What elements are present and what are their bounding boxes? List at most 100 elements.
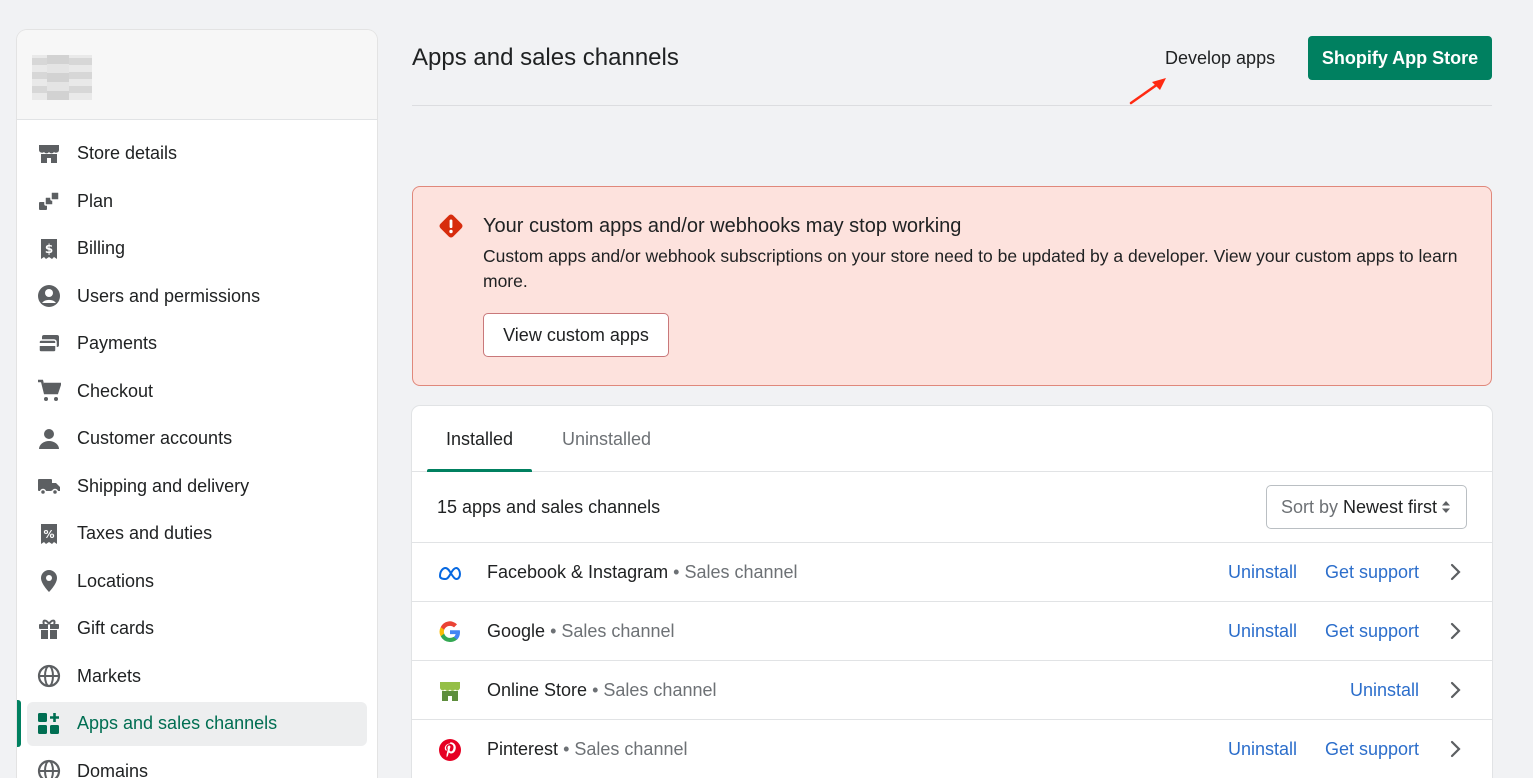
- sidebar-item-plan[interactable]: Plan: [17, 178, 377, 226]
- page-title: Apps and sales channels: [412, 44, 679, 71]
- sidebar-item-label: Shipping and delivery: [77, 475, 250, 496]
- sidebar-item-users[interactable]: Users and permissions: [17, 273, 377, 321]
- app-row-facebook-instagram[interactable]: Facebook & Instagram • Sales channel Uni…: [412, 543, 1492, 602]
- store-icon: [37, 142, 61, 166]
- annotation-arrow-icon: [1129, 78, 1166, 105]
- banner-body: Custom apps and/or webhook subscriptions…: [483, 246, 1458, 291]
- list-header: 15 apps and sales channels Sort by Newes…: [412, 472, 1492, 543]
- sidebar-item-locations[interactable]: Locations: [17, 558, 377, 606]
- sidebar-item-label: Users and permissions: [77, 285, 261, 306]
- app-type: Sales channel: [603, 680, 717, 700]
- separator: •: [563, 739, 570, 759]
- sidebar-item-label: Domains: [77, 760, 149, 778]
- get-support-link[interactable]: Get support: [1325, 739, 1419, 760]
- apps-icon: [37, 712, 61, 736]
- uninstall-link[interactable]: Uninstall: [1228, 621, 1297, 642]
- alert-diamond-icon: [439, 214, 463, 238]
- get-support-link[interactable]: Get support: [1325, 562, 1419, 583]
- user-circle-icon: [37, 284, 61, 308]
- app-row-online-store[interactable]: Online Store • Sales channel Uninstall: [412, 661, 1492, 720]
- get-support-link[interactable]: Get support: [1325, 621, 1419, 642]
- tabs-bar: Installed Uninstalled: [412, 406, 1492, 472]
- separator: •: [673, 562, 680, 582]
- banner-title: Your custom apps and/or webhooks may sto…: [483, 215, 962, 237]
- sidebar-item-label: Payments: [77, 333, 158, 354]
- domains-globe-icon: [37, 759, 61, 778]
- settings-sidebar: Store details Plan $ Billing Users and p…: [17, 30, 377, 778]
- sidebar-item-payments[interactable]: Payments: [17, 320, 377, 368]
- sort-value: Newest first: [1343, 496, 1438, 517]
- chevron-right-icon: [1450, 740, 1461, 758]
- sidebar-item-label: Plan: [77, 190, 114, 211]
- sidebar-item-label: Markets: [77, 665, 142, 686]
- uninstall-link[interactable]: Uninstall: [1228, 739, 1297, 760]
- sidebar-item-label: Store details: [77, 143, 178, 164]
- billing-icon: $: [37, 237, 61, 261]
- app-name-line: Google • Sales channel: [487, 621, 674, 642]
- chevron-right-icon: [1450, 563, 1461, 581]
- app-row-google[interactable]: Google • Sales channel Uninstall Get sup…: [412, 602, 1492, 661]
- person-icon: [37, 427, 61, 451]
- sidebar-item-taxes[interactable]: % Taxes and duties: [17, 510, 377, 558]
- sidebar-item-billing[interactable]: $ Billing: [17, 225, 377, 273]
- tab-installed[interactable]: Installed: [427, 406, 532, 472]
- app-name: Google: [487, 621, 546, 641]
- chevron-right-icon: [1450, 622, 1461, 640]
- app-type: Sales channel: [561, 621, 675, 641]
- store-header: [17, 30, 377, 120]
- sidebar-item-label: Checkout: [77, 380, 154, 401]
- tab-uninstalled[interactable]: Uninstalled: [562, 406, 651, 472]
- sidebar-item-domains[interactable]: Domains: [17, 748, 377, 778]
- sidebar-item-apps-and-sales-channels[interactable]: Apps and sales channels: [17, 700, 377, 748]
- plan-icon: [37, 189, 61, 213]
- app-type: Sales channel: [684, 562, 798, 582]
- apps-card: Installed Uninstalled 15 apps and sales …: [412, 406, 1492, 778]
- app-name-line: Pinterest • Sales channel: [487, 739, 687, 760]
- sidebar-item-gift-cards[interactable]: Gift cards: [17, 605, 377, 653]
- uninstall-link[interactable]: Uninstall: [1350, 680, 1419, 701]
- receipt-percent-icon: %: [37, 522, 61, 546]
- separator: •: [592, 680, 599, 700]
- shopify-app-store-button[interactable]: Shopify App Store: [1308, 36, 1492, 80]
- sidebar-item-shipping[interactable]: Shipping and delivery: [17, 463, 377, 511]
- app-name-line: Online Store • Sales channel: [487, 680, 717, 701]
- sidebar-item-checkout[interactable]: Checkout: [17, 368, 377, 416]
- sidebar-item-label: Billing: [77, 238, 126, 259]
- sidebar-item-label: Gift cards: [77, 618, 155, 639]
- pinterest-icon: [437, 737, 463, 763]
- truck-icon: [37, 474, 61, 498]
- gift-icon: [37, 617, 61, 641]
- sort-select[interactable]: Sort by Newest first: [1266, 485, 1467, 529]
- develop-apps-link[interactable]: Develop apps: [1165, 48, 1275, 69]
- meta-icon: [437, 560, 463, 586]
- select-arrows-icon: [1442, 501, 1450, 513]
- sidebar-item-customer-accounts[interactable]: Customer accounts: [17, 415, 377, 463]
- cart-icon: [37, 379, 61, 403]
- uninstall-link[interactable]: Uninstall: [1228, 562, 1297, 583]
- sidebar-item-markets[interactable]: Markets: [17, 653, 377, 701]
- chevron-right-icon: [1450, 681, 1461, 699]
- settings-nav: Store details Plan $ Billing Users and p…: [17, 120, 377, 778]
- view-custom-apps-button[interactable]: View custom apps: [483, 313, 669, 357]
- store-logo-blurred: [32, 55, 92, 100]
- sidebar-item-label: Customer accounts: [77, 428, 233, 449]
- app-name: Facebook & Instagram: [487, 562, 669, 582]
- app-type: Sales channel: [574, 739, 688, 759]
- header-divider: [412, 105, 1492, 106]
- payments-icon: [37, 332, 61, 356]
- app-name: Online Store: [487, 680, 588, 700]
- sidebar-item-label: Locations: [77, 570, 155, 591]
- separator: •: [550, 621, 557, 641]
- app-name-line: Facebook & Instagram • Sales channel: [487, 562, 798, 583]
- app-name: Pinterest: [487, 739, 559, 759]
- sidebar-item-store-details[interactable]: Store details: [17, 130, 377, 178]
- app-row-pinterest[interactable]: Pinterest • Sales channel Uninstall Get …: [412, 720, 1492, 778]
- svg-text:%: %: [43, 528, 54, 541]
- google-icon: [437, 619, 463, 645]
- location-pin-icon: [37, 569, 61, 593]
- svg-text:$: $: [45, 242, 53, 256]
- sidebar-item-label: Taxes and duties: [77, 523, 213, 544]
- sidebar-item-label: Apps and sales channels: [77, 713, 278, 734]
- apps-count: 15 apps and sales channels: [437, 497, 661, 517]
- sort-prefix: Sort by: [1281, 496, 1339, 517]
